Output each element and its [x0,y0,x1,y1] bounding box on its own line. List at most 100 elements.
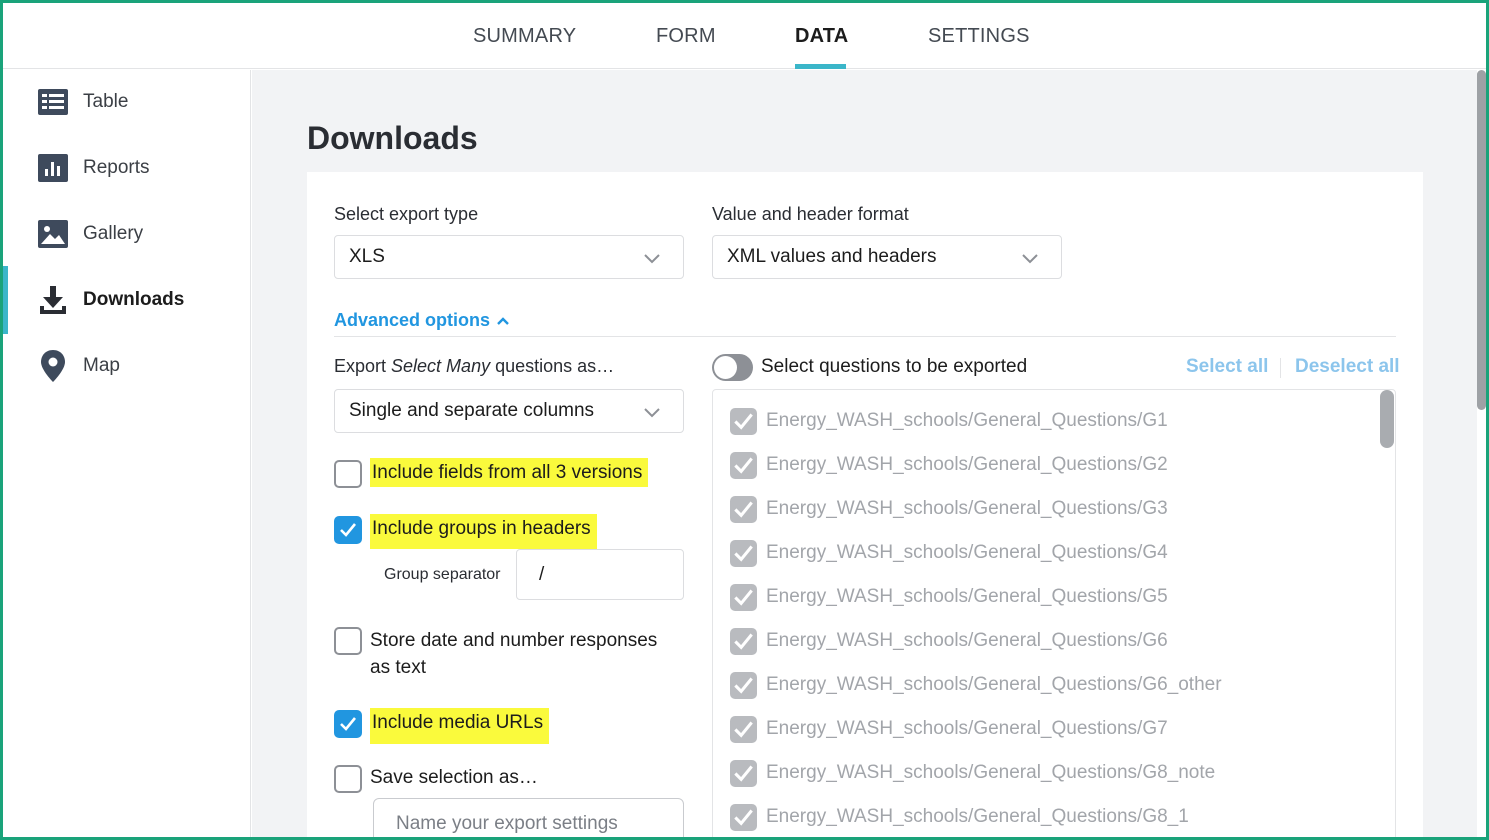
question-list: Energy_WASH_schools/General_Questions/G1… [712,389,1396,840]
question-list-item[interactable]: Energy_WASH_schools/General_Questions/G7 [730,715,1168,743]
question-list-item[interactable]: Energy_WASH_schools/General_Questions/G1 [730,407,1168,435]
question-list-item[interactable]: Energy_WASH_schools/General_Questions/G5 [730,583,1168,611]
media-urls-checkbox[interactable] [334,710,362,738]
header-format-select[interactable]: XML values and headers [712,235,1062,279]
toggle-knob [714,356,737,379]
chevron-down-icon [1022,254,1038,264]
list-scrollbar[interactable] [1380,390,1394,448]
media-urls-text: Include media URLs [370,708,550,744]
page-scrollbar[interactable] [1477,70,1486,410]
deselect-all-button[interactable]: Deselect all [1295,356,1400,378]
chevron-down-icon [644,408,660,418]
sidebar-active-indicator [3,266,8,334]
question-label: Energy_WASH_schools/General_Questions/G3 [766,498,1168,519]
export-type-value: XLS [349,246,385,267]
page-title: Downloads [307,120,478,156]
question-checkbox[interactable] [730,495,757,523]
sidebar-item-reports[interactable]: Reports [3,143,251,193]
check-icon [340,523,357,537]
check-icon [734,413,753,430]
advanced-options-label: Advanced options [334,310,491,330]
question-checkbox[interactable] [730,627,757,655]
question-checkbox[interactable] [730,671,757,699]
chevron-up-icon [497,316,509,325]
sidebar-item-label: Gallery [83,223,144,244]
all-versions-text: Include fields from all 3 versions [370,458,649,487]
sidebar-item-label: Map [83,355,120,376]
select-many-label-prefix: Export [334,356,392,376]
question-list-item[interactable]: Energy_WASH_schools/General_Questions/G8… [730,759,1215,787]
select-many-value: Single and separate columns [349,400,595,421]
group-separator-input[interactable]: / [516,549,684,600]
all-versions-label: Include fields from all 3 versions [370,458,649,487]
export-type-label: Select export type [334,204,479,224]
question-checkbox[interactable] [730,583,757,611]
groups-headers-label: Include groups in headers [370,514,597,549]
save-selection-label: Save selection as… [370,767,538,788]
bar-chart-icon [37,152,69,184]
question-checkbox[interactable] [730,407,757,435]
check-icon [734,589,753,606]
check-icon [734,633,753,650]
question-list-item[interactable]: Energy_WASH_schools/General_Questions/G6… [730,671,1222,699]
check-icon [734,457,753,474]
select-questions-toggle[interactable] [712,354,753,381]
advanced-options-toggle[interactable]: Advanced options [334,310,510,331]
question-label: Energy_WASH_schools/General_Questions/G4 [766,542,1168,563]
check-icon [340,717,357,731]
select-many-label-suffix: questions as… [490,356,615,376]
divider [334,336,1396,337]
question-checkbox[interactable] [730,803,757,831]
check-icon [734,677,753,694]
sidebar-item-label: Table [83,91,129,112]
select-many-label: Export Select Many questions as… [334,356,614,377]
media-urls-label: Include media URLs [370,708,550,744]
question-list-item[interactable]: Energy_WASH_schools/General_Questions/G4 [730,539,1168,567]
question-list-item[interactable]: Energy_WASH_schools/General_Questions/G2 [730,451,1168,479]
question-list-item[interactable]: Energy_WASH_schools/General_Questions/G8… [730,803,1189,831]
select-many-label-em: Select Many [391,356,491,376]
sidebar-item-downloads[interactable]: Downloads [3,275,251,325]
question-label: Energy_WASH_schools/General_Questions/G8… [766,762,1216,783]
image-icon [37,218,69,250]
question-label: Energy_WASH_schools/General_Questions/G1 [766,410,1168,431]
sidebar: Table Reports Gallery Downloads Map [3,70,251,837]
question-list-item[interactable]: Energy_WASH_schools/General_Questions/G6 [730,627,1168,655]
export-type-select[interactable]: XLS [334,235,684,279]
map-pin-icon [37,350,69,382]
sidebar-item-label: Reports [83,157,150,178]
export-settings-name-input[interactable]: Name your export settings [373,798,684,840]
question-label: Energy_WASH_schools/General_Questions/G5 [766,586,1168,607]
tab-data[interactable]: DATA [795,25,848,48]
store-text-checkbox[interactable] [334,627,362,655]
sidebar-item-table[interactable]: Table [3,77,251,127]
question-checkbox[interactable] [730,451,757,479]
question-checkbox[interactable] [730,539,757,567]
top-tab-bar: SUMMARY FORM DATA SETTINGS [3,3,1486,69]
save-selection-checkbox[interactable] [334,765,362,793]
question-label: Energy_WASH_schools/General_Questions/G7 [766,718,1168,739]
question-label: Energy_WASH_schools/General_Questions/G2 [766,454,1168,475]
question-checkbox[interactable] [730,715,757,743]
question-label: Energy_WASH_schools/General_Questions/G6 [766,630,1168,651]
header-format-value: XML values and headers [727,246,937,267]
tab-settings[interactable]: SETTINGS [928,25,1030,48]
sidebar-item-map[interactable]: Map [3,341,251,391]
question-checkbox[interactable] [730,759,757,787]
select-questions-label: Select questions to be exported [761,356,1028,377]
question-list-item[interactable]: Energy_WASH_schools/General_Questions/G3 [730,495,1168,523]
all-versions-checkbox[interactable] [334,460,362,488]
sidebar-item-gallery[interactable]: Gallery [3,209,251,259]
main-content: Downloads Select export type XLS Value a… [252,70,1477,840]
tab-form[interactable]: FORM [656,25,716,48]
divider [1280,358,1281,378]
header-format-label: Value and header format [712,204,909,224]
group-separator-label: Group separator [384,566,501,583]
tab-summary[interactable]: SUMMARY [473,25,576,48]
groups-headers-checkbox[interactable] [334,516,362,544]
store-text-label: Store date and number responses as text [370,630,658,678]
check-icon [734,501,753,518]
check-icon [734,721,753,738]
select-all-button[interactable]: Select all [1186,356,1268,378]
select-many-format-select[interactable]: Single and separate columns [334,389,684,433]
